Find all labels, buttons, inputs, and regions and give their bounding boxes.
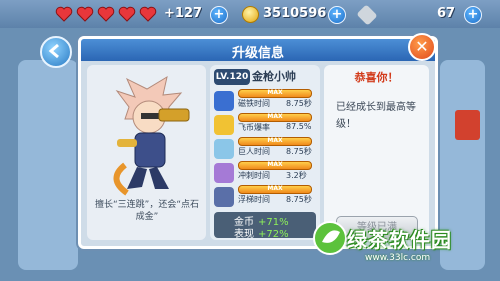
skill-name: 冲刺时间 [238, 171, 270, 180]
top-hud: +127 + 3510596 + 67 + [0, 0, 500, 28]
max-level-bar: MAX [238, 113, 312, 122]
congrats-message: 已经成长到最高等级！ [336, 102, 416, 130]
skill-row: MAX 巨人时间 8.75秒 [214, 137, 318, 159]
add-gems-button[interactable]: + [464, 6, 482, 24]
back-arrow-button[interactable] [40, 36, 72, 68]
dialog-header: 升级信息 [81, 39, 435, 61]
watermark-text: 绿茶软件园 [347, 228, 452, 252]
heart-icon [97, 6, 115, 22]
heart-icon [55, 6, 73, 22]
hero-level-badge: LV.120 [214, 69, 250, 85]
wing-icon [214, 115, 234, 135]
skill-value: 8.75秒 [286, 99, 312, 108]
skill-row: MAX 浮梯时间 8.75秒 [214, 185, 318, 207]
hero-description: 擅长“三连跳”，还会“点石成金” [95, 200, 199, 222]
skill-row: MAX 磁铁时间 8.75秒 [214, 89, 318, 111]
skill-row: MAX 冲刺时间 3.2秒 [214, 161, 318, 183]
add-coins-button[interactable]: + [328, 6, 346, 24]
hearts-plus-count: +127 [164, 6, 203, 21]
max-level-bar: MAX [238, 89, 312, 98]
arrow-left-icon [48, 43, 59, 59]
coin-icon [242, 6, 259, 23]
coin-count: 3510596 [263, 6, 327, 21]
watermark-logo [313, 221, 347, 255]
max-level-bar: MAX [238, 161, 312, 170]
skill-value: 3.2秒 [286, 171, 307, 180]
performance-bonus-row: 表现 +72% [234, 229, 289, 240]
max-level-bar: MAX [238, 185, 312, 194]
skill-value: 8.75秒 [286, 147, 312, 156]
skill-name: 巨人时间 [238, 147, 270, 156]
heart-icon [76, 6, 94, 22]
skill-name: 飞币爆率 [238, 123, 270, 132]
float-icon [214, 187, 234, 207]
skill-value: 87.5% [286, 122, 312, 131]
heart-icon [139, 6, 157, 22]
add-hearts-button[interactable]: + [210, 6, 228, 24]
background-red-tag [455, 110, 480, 140]
gem-count: 67 [437, 6, 456, 21]
skill-name: 磁铁时间 [238, 99, 270, 108]
congrats-title: 恭喜你！ [354, 71, 399, 84]
hero-stats-panel: LV.120 金枪小帅 MAX 磁铁时间 8.75秒 MAX 飞币爆率 87.5… [210, 65, 320, 240]
skill-name: 浮梯时间 [238, 195, 270, 204]
skill-value: 8.75秒 [286, 195, 312, 204]
heart-icon [118, 6, 136, 22]
giant-icon [214, 139, 234, 159]
hero-panel: 擅长“三连跳”，还会“点石成金” [87, 65, 206, 240]
hero-character-image [113, 75, 190, 196]
max-level-bar: MAX [238, 137, 312, 146]
magnet-icon [214, 91, 234, 111]
level-up-dialog: 升级信息 ✕ 擅长“三连跳”，还会“点石成金” LV.120 金枪小帅 MAX … [78, 33, 438, 249]
background-left-panel [18, 60, 78, 270]
dialog-title: 升级信息 [231, 46, 284, 61]
dash-icon [214, 163, 234, 183]
gem-icon [356, 4, 378, 26]
skill-row: MAX 飞币爆率 87.5% [214, 113, 318, 135]
close-button[interactable]: ✕ [408, 33, 436, 61]
hearts-row [55, 6, 157, 22]
hero-name: 金枪小帅 [252, 70, 296, 83]
bonus-box: 金币 +71% 表现 +72% [214, 212, 316, 240]
result-panel: 恭喜你！ 已经成长到最高等级！ 等级已满 [324, 65, 429, 240]
watermark-url: www.33lc.com [365, 253, 431, 263]
